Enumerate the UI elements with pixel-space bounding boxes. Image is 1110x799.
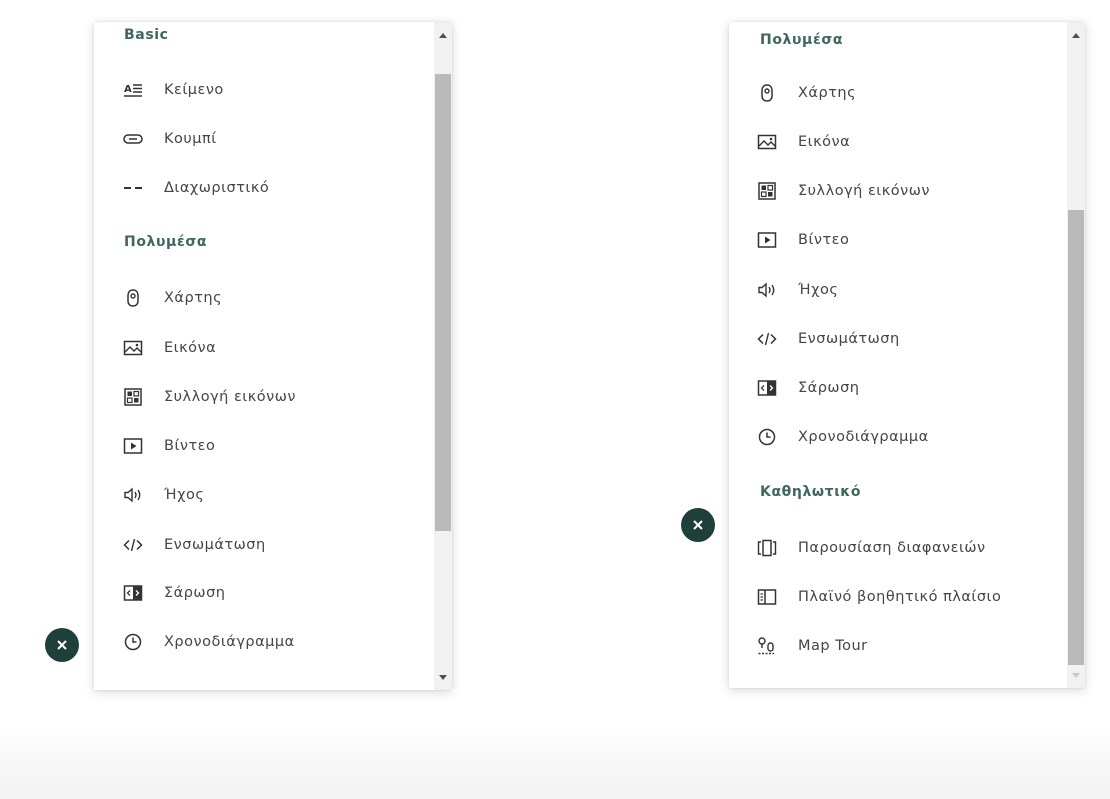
block-item-swipe[interactable]: Σάρωση	[123, 578, 225, 608]
block-item-label: Χάρτης	[798, 85, 857, 101]
video-icon	[123, 436, 143, 456]
button-icon	[123, 129, 143, 149]
block-item-label: Map Tour	[798, 638, 868, 654]
block-item-map[interactable]: Χάρτης	[757, 78, 856, 108]
scrollbar-thumb-left[interactable]	[435, 74, 451, 531]
audio-icon	[123, 485, 143, 505]
block-item-label: Ενσωμάτωση	[164, 537, 266, 553]
map-tour-icon	[757, 636, 777, 656]
map-pin-icon	[757, 83, 777, 103]
timeline-icon	[757, 427, 777, 447]
embed-icon	[757, 329, 777, 349]
sidecar-icon	[757, 587, 777, 607]
scroll-down-icon[interactable]	[1067, 666, 1085, 684]
swipe-icon	[757, 378, 777, 398]
block-item-timeline[interactable]: Χρονοδιάγραμμα	[757, 422, 929, 452]
separator-icon	[123, 178, 143, 198]
block-item-gallery[interactable]: Συλλογή εικόνων	[757, 176, 930, 206]
svg-text:A: A	[124, 84, 132, 95]
block-item-label: Χρονοδιάγραμμα	[798, 429, 929, 445]
block-item-image[interactable]: Εικόνα	[757, 127, 850, 157]
block-item-embed[interactable]: Ενσωμάτωση	[123, 530, 266, 560]
block-item-label: Συλλογή εικόνων	[798, 183, 930, 199]
block-item-audio[interactable]: Ήχος	[757, 275, 838, 305]
scrollbar-thumb-right[interactable]	[1068, 210, 1084, 665]
block-item-label: Κουμπί	[164, 131, 217, 147]
section-heading-multimedia: Πολυμέσα	[760, 32, 844, 48]
block-item-map-tour[interactable]: Map Tour	[757, 631, 868, 661]
video-icon	[757, 230, 777, 250]
block-item-label: Πλαϊνό βοηθητικό πλαίσιο	[798, 589, 1002, 605]
block-item-label: Βίντεο	[164, 438, 216, 454]
block-item-label: Συλλογή εικόνων	[164, 389, 296, 405]
embed-icon	[123, 535, 143, 555]
close-button-right[interactable]	[681, 508, 715, 542]
map-pin-icon	[123, 288, 143, 308]
gallery-icon	[757, 181, 777, 201]
swipe-icon	[123, 583, 143, 603]
section-heading-immersive: Καθηλωτικό	[760, 484, 862, 500]
block-item-video[interactable]: Βίντεο	[757, 225, 849, 255]
block-item-label: Ήχος	[798, 282, 839, 298]
bottom-band	[0, 728, 1110, 799]
screenshot-canvas: Basic A Κείμενο Κουμπί Διαχωριστικό Πολυ…	[0, 0, 1110, 799]
block-item-label: Παρουσίαση διαφανειών	[798, 540, 986, 556]
block-item-label: Εικόνα	[164, 340, 217, 356]
block-item-embed[interactable]: Ενσωμάτωση	[757, 324, 900, 354]
block-item-timeline[interactable]: Χρονοδιάγραμμα	[123, 627, 295, 657]
block-item-label: Εικόνα	[798, 134, 851, 150]
close-icon	[56, 639, 68, 651]
block-item-audio[interactable]: Ήχος	[123, 480, 204, 510]
image-icon	[757, 132, 777, 152]
image-icon	[123, 338, 143, 358]
block-item-slideshow[interactable]: Παρουσίαση διαφανειών	[757, 533, 986, 563]
close-icon	[692, 519, 704, 531]
block-item-text[interactable]: A Κείμενο	[123, 75, 224, 105]
block-item-label: Χάρτης	[164, 290, 223, 306]
section-heading-basic: Basic	[124, 27, 169, 43]
audio-icon	[757, 280, 777, 300]
block-item-separator[interactable]: Διαχωριστικό	[123, 173, 269, 203]
slideshow-icon	[757, 538, 777, 558]
block-item-label: Σάρωση	[798, 380, 860, 396]
block-item-label: Ήχος	[164, 487, 205, 503]
scrollbar-right[interactable]	[1067, 22, 1085, 688]
scroll-down-icon[interactable]	[434, 668, 452, 686]
timeline-icon	[123, 632, 143, 652]
block-item-gallery[interactable]: Συλλογή εικόνων	[123, 382, 296, 412]
block-item-swipe[interactable]: Σάρωση	[757, 373, 859, 403]
block-item-label: Χρονοδιάγραμμα	[164, 634, 295, 650]
block-item-video[interactable]: Βίντεο	[123, 431, 215, 461]
scroll-up-icon[interactable]	[434, 26, 452, 44]
block-item-label: Διαχωριστικό	[164, 180, 270, 196]
block-item-label: Ενσωμάτωση	[798, 331, 900, 347]
block-item-image[interactable]: Εικόνα	[123, 333, 216, 363]
section-heading-multimedia: Πολυμέσα	[124, 234, 208, 250]
gallery-icon	[123, 387, 143, 407]
block-picker-panel-right: Πολυμέσα Χάρτης Εικόνα Συλλογή εικόνων Β…	[729, 22, 1085, 688]
block-item-button[interactable]: Κουμπί	[123, 124, 217, 154]
scrollbar-left[interactable]	[434, 22, 452, 690]
scroll-up-icon[interactable]	[1067, 26, 1085, 44]
block-item-label: Κείμενο	[164, 82, 224, 98]
close-button-left[interactable]	[45, 628, 79, 662]
text-icon: A	[123, 80, 143, 100]
block-item-label: Βίντεο	[798, 232, 850, 248]
block-item-map[interactable]: Χάρτης	[123, 283, 222, 313]
block-picker-panel-left: Basic A Κείμενο Κουμπί Διαχωριστικό Πολυ…	[94, 22, 452, 690]
block-item-sidecar[interactable]: Πλαϊνό βοηθητικό πλαίσιο	[757, 582, 1001, 612]
block-item-label: Σάρωση	[164, 585, 226, 601]
